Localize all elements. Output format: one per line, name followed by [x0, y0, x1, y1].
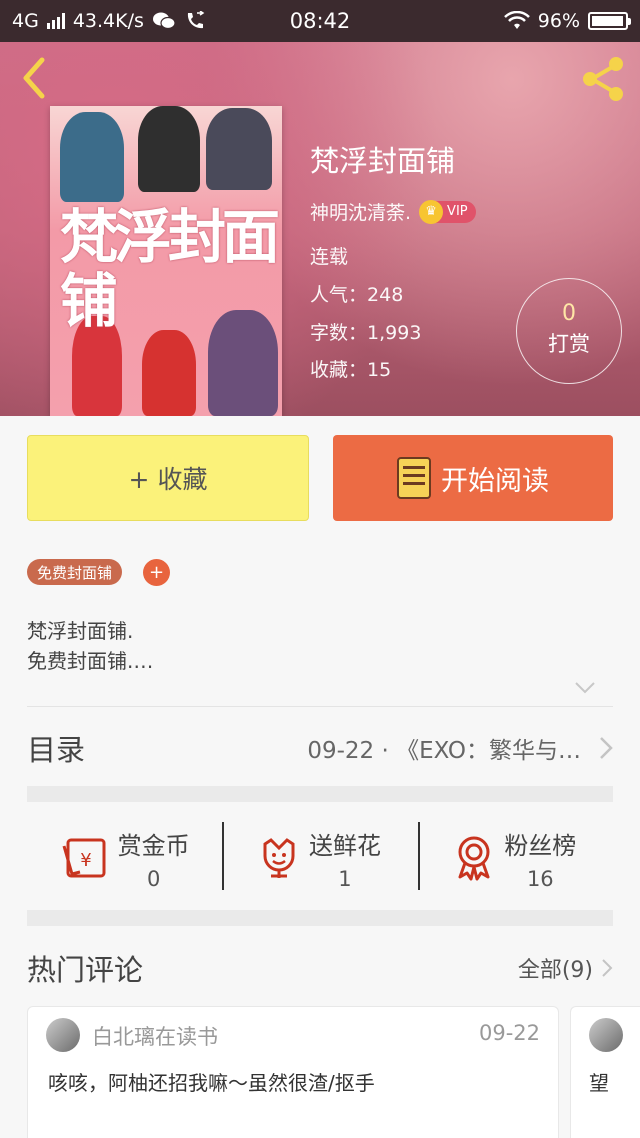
send-flowers-stat[interactable]: 送鲜花 1	[222, 806, 417, 910]
latest-chapter: 09-22 · 《EXO：繁华与…	[307, 738, 581, 764]
stat-label: 粉丝榜	[504, 831, 577, 860]
svg-text:¥: ¥	[80, 850, 91, 871]
divider	[27, 706, 613, 707]
battery-percent: 96%	[537, 10, 580, 32]
section-separator	[27, 786, 613, 802]
avatar[interactable]	[46, 1018, 80, 1052]
book-icon	[397, 457, 431, 499]
status-left: 4G 43.4K/s	[12, 10, 206, 32]
word-count-row: 字数：1,993	[310, 318, 421, 345]
book-description: 梵浮封面铺. 免费封面铺.…	[27, 616, 153, 676]
vip-badge: ♛ VIP	[419, 199, 476, 224]
coin-envelope-icon: ¥	[62, 838, 106, 878]
all-comments-link[interactable]: 全部(9)	[518, 952, 613, 984]
author-name[interactable]: 神明沈清荼.	[310, 198, 411, 225]
comment-text: 望	[589, 1071, 609, 1095]
chevron-right-icon	[602, 959, 613, 977]
book-header: 梵浮封面铺 梵浮封面铺 神明沈清荼. ♛ VIP 连载 人气：248 字数：1,…	[0, 42, 640, 416]
status-bar: 4G 43.4K/s 08:42 96%	[0, 0, 640, 42]
table-of-contents-row[interactable]: 目录 09-22 · 《EXO：繁华与…	[27, 708, 613, 788]
popularity-value: 248	[367, 284, 404, 306]
cover-title: 梵浮封面铺	[60, 203, 280, 335]
start-reading-button[interactable]: 开始阅读	[333, 435, 613, 521]
chevron-down-icon[interactable]	[574, 680, 596, 696]
battery-fill	[592, 16, 623, 26]
status-right: 96%	[503, 10, 631, 32]
book-status: 连载	[310, 246, 349, 268]
description-line: 梵浮封面铺.	[27, 619, 134, 643]
stat-label: 送鲜花	[308, 831, 381, 860]
network-type: 4G	[12, 10, 39, 32]
phone-icon	[187, 11, 205, 29]
description-line: 免费封面铺.…	[27, 649, 154, 673]
book-title: 梵浮封面铺	[310, 144, 456, 178]
comment-card[interactable]: 望	[570, 1006, 640, 1138]
signal-icon	[46, 13, 65, 29]
comment-date: 09-22	[478, 1021, 540, 1045]
hot-comments-header: 热门评论 全部(9)	[27, 942, 613, 994]
popularity-label: 人气：	[310, 284, 368, 306]
tip-label: 打赏	[548, 332, 590, 356]
add-tag-button[interactable]: +	[143, 559, 170, 586]
vip-label: VIP	[447, 204, 468, 219]
engagement-stats: ¥ 赏金币 0 送鲜花 1 粉丝榜 16	[27, 806, 613, 910]
comment-text: 咳咳，阿柚还招我嘛～虽然很渣/抠手	[48, 1071, 375, 1095]
add-to-favorites-button[interactable]: + 收藏	[27, 435, 309, 521]
rosette-icon	[458, 836, 490, 881]
crown-icon: ♛	[419, 199, 444, 224]
fan-ranking-stat[interactable]: 粉丝榜 16	[417, 806, 613, 910]
chevron-right-icon	[600, 737, 613, 759]
start-reading-label: 开始阅读	[441, 465, 549, 497]
tip-count: 0	[562, 301, 576, 326]
comment-username[interactable]: 白北璃在读书	[92, 1021, 218, 1051]
word-count-value: 1,993	[367, 322, 422, 344]
back-button[interactable]	[16, 56, 52, 100]
reward-coins-stat[interactable]: ¥ 赏金币 0	[27, 806, 222, 910]
comment-card[interactable]: 白北璃在读书 09-22 咳咳，阿柚还招我嘛～虽然很渣/抠手	[27, 1006, 559, 1138]
flower-icon	[263, 838, 295, 878]
favorites-row: 收藏：15	[310, 355, 391, 382]
tag-chip[interactable]: 免费封面铺	[27, 559, 123, 585]
avatar[interactable]	[589, 1018, 623, 1052]
section-title: 热门评论	[27, 953, 144, 987]
cover-figure	[138, 106, 200, 192]
section-separator	[27, 910, 613, 926]
author-row: 神明沈清荼. ♛ VIP	[310, 198, 476, 225]
stat-label: 赏金币	[117, 831, 190, 860]
wifi-icon	[503, 11, 530, 29]
battery-icon	[588, 12, 631, 30]
stat-value: 1	[338, 866, 352, 891]
all-comments-label: 全部(9)	[517, 958, 593, 983]
cover-figure	[60, 112, 124, 202]
favorites-value: 15	[367, 359, 392, 381]
network-speed: 43.4K/s	[72, 10, 144, 32]
stat-value: 16	[526, 866, 554, 891]
word-count-label: 字数：	[310, 322, 368, 344]
tip-button[interactable]: 0 打赏	[516, 278, 622, 384]
wechat-icon	[152, 12, 176, 30]
cover-figure	[142, 330, 196, 416]
stat-value: 0	[146, 866, 161, 891]
share-button[interactable]	[578, 54, 628, 104]
cover-figure	[206, 108, 272, 190]
popularity-row: 人气：248	[310, 280, 403, 307]
toc-title: 目录	[27, 733, 86, 767]
book-cover[interactable]: 梵浮封面铺	[50, 106, 282, 416]
favorites-label: 收藏：	[310, 359, 368, 381]
